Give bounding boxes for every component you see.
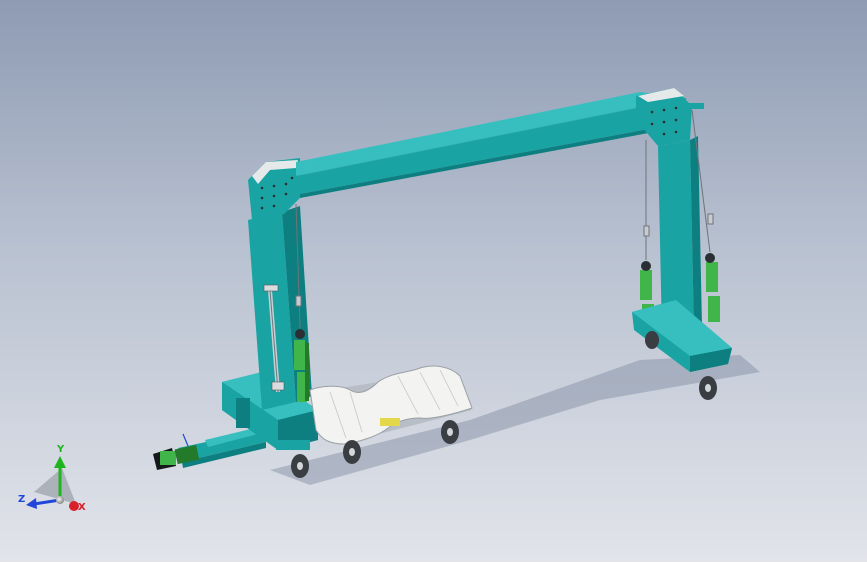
wheel [441, 420, 459, 444]
wheel [343, 440, 361, 464]
wheel [699, 376, 717, 400]
right-top-corner-plate [636, 88, 692, 146]
wheel [645, 331, 659, 349]
wheel [291, 454, 309, 478]
y-axis-label: Y [57, 444, 65, 455]
z-axis-label: Z [18, 494, 26, 505]
cad-viewport[interactable]: Y Z X [0, 0, 867, 562]
gantry-crane-model[interactable] [0, 0, 867, 562]
left-tow-bar [153, 428, 266, 470]
x-axis-label: X [78, 502, 86, 513]
axis-triad[interactable] [26, 456, 79, 511]
